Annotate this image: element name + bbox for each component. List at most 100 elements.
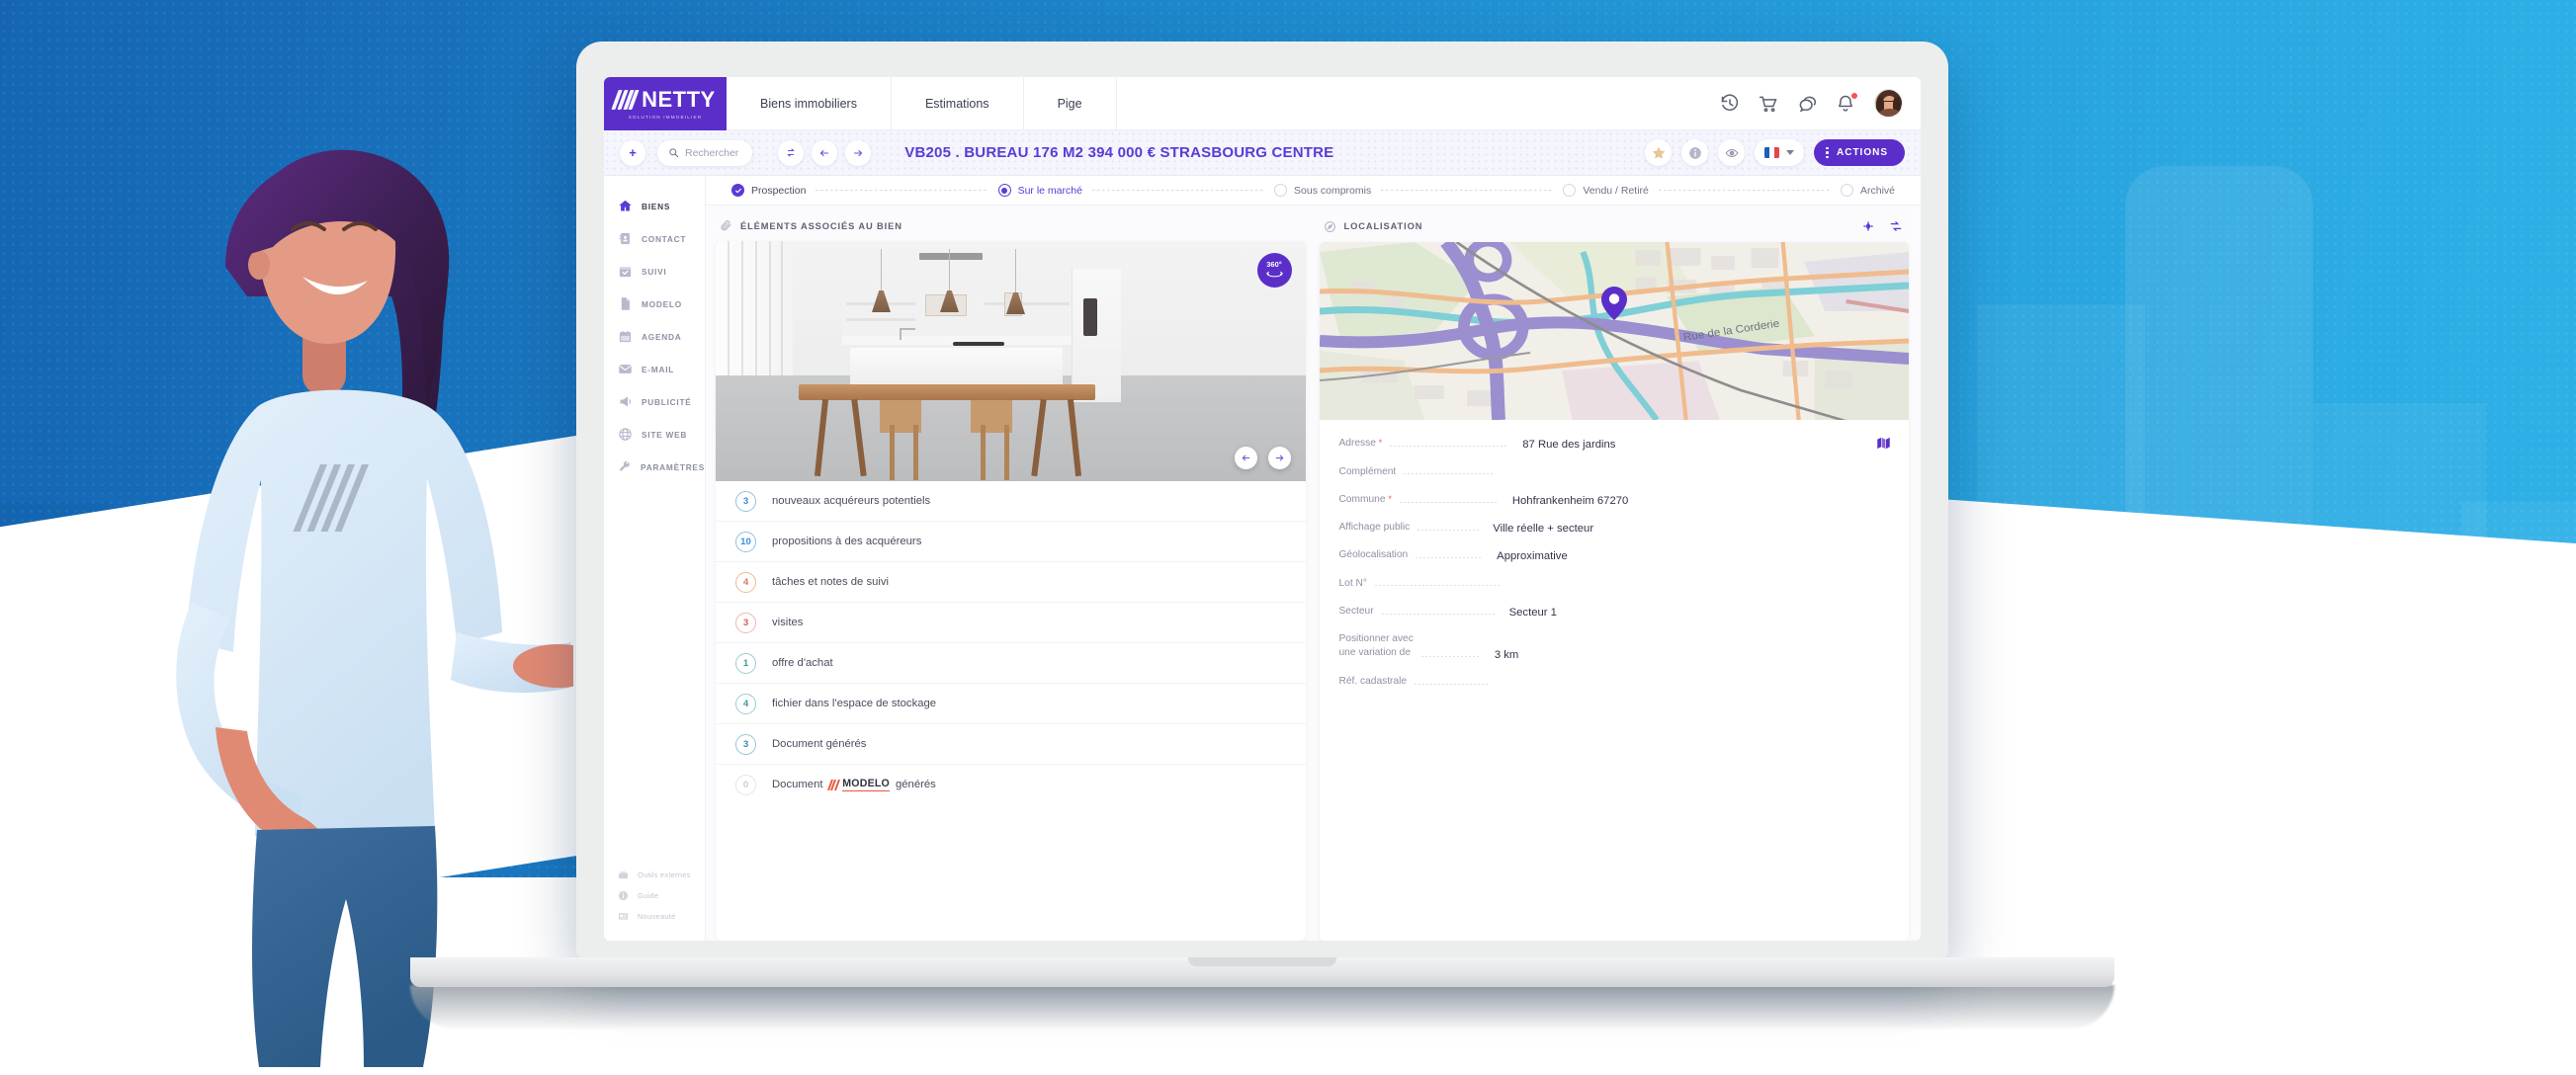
kebab-icon bbox=[1826, 146, 1829, 159]
arrow-left-icon[interactable] bbox=[812, 139, 838, 166]
form-row-commune: Commune * Hohfrankenheim 67270 bbox=[1339, 493, 1892, 507]
view-360-badge[interactable]: 360° bbox=[1256, 253, 1292, 288]
form-row-geolocalisation: Géolocalisation Approximative bbox=[1339, 548, 1892, 562]
sidebar-item-outils-externes[interactable]: Outils externes bbox=[604, 865, 705, 885]
field-value[interactable]: 3 km bbox=[1495, 649, 1518, 661]
sidebar-item-contact[interactable]: CONTACT bbox=[604, 222, 705, 255]
field-value[interactable]: 87 Rue des jardins bbox=[1522, 439, 1615, 451]
sidebar-item-agenda[interactable]: AGENDA bbox=[604, 320, 705, 353]
woman-illustration bbox=[176, 149, 573, 1067]
refresh-icon[interactable] bbox=[1889, 219, 1903, 233]
sidebar-item-email[interactable]: E-MAIL bbox=[604, 353, 705, 385]
list-item[interactable]: 10 propositions à des acquéreurs bbox=[716, 522, 1306, 562]
field-value[interactable]: Hohfrankenheim 67270 bbox=[1512, 495, 1628, 507]
nav-item-pige[interactable]: Pige bbox=[1024, 77, 1117, 129]
badge-360-label: 360° bbox=[1266, 259, 1282, 269]
field-label: Lot N° bbox=[1338, 577, 1367, 589]
step-label: Sur le marché bbox=[1017, 184, 1082, 197]
sidebar-item-parametres[interactable]: PARAMÈTRES bbox=[604, 451, 705, 483]
field-value[interactable]: Approximative bbox=[1497, 550, 1568, 562]
sidebar-item-nouveaute[interactable]: Nouveauté bbox=[604, 906, 705, 927]
item-label: fichier dans l'espace de stockage bbox=[772, 698, 937, 709]
form-row-adresse: Adresse * 87 Rue des jardins bbox=[1339, 436, 1892, 451]
list-item[interactable]: 3 visites bbox=[716, 603, 1306, 643]
nav-item-biens-immobiliers[interactable]: Biens immobiliers bbox=[727, 77, 892, 129]
actions-button[interactable]: ACTIONS bbox=[1814, 139, 1905, 166]
refresh-icon[interactable] bbox=[778, 139, 805, 166]
photo-navigation bbox=[1234, 447, 1291, 469]
language-selector[interactable] bbox=[1755, 139, 1805, 166]
sidebar-item-guide[interactable]: Guide bbox=[604, 885, 705, 906]
laptop-base-shadow bbox=[410, 985, 2114, 1029]
target-icon[interactable] bbox=[1861, 219, 1875, 233]
list-item[interactable]: 4 tâches et notes de suivi bbox=[716, 562, 1306, 603]
rotate-360-icon bbox=[1265, 271, 1283, 278]
form-row-secteur: Secteur Secteur 1 bbox=[1339, 605, 1892, 619]
location-form: Adresse * 87 Rue des jardins Complément bbox=[1320, 420, 1910, 703]
sidebar-item-label: AGENDA bbox=[642, 331, 682, 342]
location-map[interactable]: Rue de la Corderie bbox=[1319, 242, 1909, 420]
photo-next-button[interactable] bbox=[1267, 447, 1291, 469]
list-item[interactable]: 1 offre d'achat bbox=[716, 643, 1306, 684]
radio-empty-icon bbox=[1841, 184, 1853, 197]
step-sur-le-marche[interactable]: Sur le marché bbox=[997, 184, 1082, 197]
step-archive[interactable]: Archivé bbox=[1841, 184, 1895, 197]
item-label: propositions à des acquéreurs bbox=[772, 536, 922, 547]
elements-section-title: ÉLÉMENTS ASSOCIÉS AU BIEN bbox=[740, 220, 902, 231]
map-pin-icon[interactable] bbox=[1876, 436, 1891, 451]
step-sous-compromis[interactable]: Sous compromis bbox=[1274, 184, 1371, 197]
localisation-section-header: LOCALISATION bbox=[1320, 216, 1910, 242]
sidebar-item-biens[interactable]: BIENS bbox=[604, 190, 705, 222]
document-icon bbox=[618, 296, 633, 311]
photo-prev-button[interactable] bbox=[1234, 447, 1257, 469]
list-item[interactable]: 3 nouveaux acquéreurs potentiels bbox=[716, 481, 1306, 522]
sidebar-item-label: PUBLICITÉ bbox=[642, 396, 692, 407]
megaphone-icon bbox=[618, 394, 633, 409]
paperclip-icon bbox=[720, 219, 732, 232]
item-label: offre d'achat bbox=[772, 657, 833, 669]
search-input[interactable]: Rechercher bbox=[657, 139, 753, 166]
sidebar-item-site-web[interactable]: SITE WEB bbox=[604, 418, 705, 451]
step-label: Vendu / Retiré bbox=[1583, 184, 1649, 197]
add-button[interactable]: + bbox=[620, 139, 645, 166]
localisation-column: LOCALISATION Rue de la Corderie Adresse … bbox=[1319, 216, 1910, 941]
action-bar: + Rechercher VB205 . BUREAU 176 M2 394 0… bbox=[604, 130, 1921, 176]
bell-icon[interactable] bbox=[1836, 91, 1858, 114]
envelope-icon bbox=[618, 362, 633, 376]
list-item[interactable]: 0 Document MODELO générés bbox=[716, 765, 1306, 804]
item-label-after: générés bbox=[895, 779, 936, 790]
netty-logo[interactable]: NETTY SOLUTION IMMOBILIER bbox=[604, 77, 727, 130]
star-icon[interactable] bbox=[1645, 139, 1673, 166]
eye-icon[interactable] bbox=[1718, 139, 1746, 166]
item-count: 1 bbox=[735, 652, 756, 674]
field-value[interactable]: Ville réelle + secteur bbox=[1493, 523, 1593, 535]
list-item[interactable]: 4 fichier dans l'espace de stockage bbox=[716, 684, 1306, 724]
arrow-right-icon[interactable] bbox=[845, 139, 872, 166]
top-navigation: Biens immobiliers Estimations Pige bbox=[727, 77, 1117, 129]
cart-icon[interactable] bbox=[1759, 94, 1778, 114]
field-label: Adresse * bbox=[1338, 438, 1383, 450]
sidebar-item-suivi[interactable]: SUIVI bbox=[604, 255, 705, 288]
chat-icon[interactable] bbox=[1797, 94, 1817, 114]
sidebar-item-publicite[interactable]: PUBLICITÉ bbox=[604, 385, 705, 418]
step-prospection[interactable]: Prospection bbox=[731, 184, 806, 197]
sidebar-item-label: E-MAIL bbox=[642, 364, 675, 374]
list-item[interactable]: 3 Document générés bbox=[716, 724, 1306, 765]
toolbox-icon bbox=[618, 869, 629, 880]
map-pin-icon[interactable] bbox=[1600, 287, 1627, 321]
property-photo[interactable]: 360° bbox=[716, 241, 1306, 481]
history-icon[interactable] bbox=[1720, 94, 1740, 114]
sidebar-item-modelo[interactable]: MODELO bbox=[604, 288, 705, 320]
nav-item-estimations[interactable]: Estimations bbox=[892, 77, 1024, 129]
step-vendu-retire[interactable]: Vendu / Retiré bbox=[1563, 184, 1649, 197]
radio-selected-icon bbox=[997, 184, 1011, 197]
info-icon[interactable] bbox=[1681, 139, 1709, 166]
sidebar-item-label: SUIVI bbox=[642, 266, 667, 277]
netty-logo-tagline: SOLUTION IMMOBILIER bbox=[628, 115, 703, 120]
app-screen: NETTY SOLUTION IMMOBILIER Biens immobili… bbox=[604, 77, 1921, 941]
step-label: Sous compromis bbox=[1294, 184, 1372, 197]
avatar[interactable] bbox=[1874, 89, 1903, 118]
field-value[interactable]: Secteur 1 bbox=[1509, 607, 1557, 619]
form-row-lot-no: Lot N° bbox=[1339, 577, 1892, 591]
calendar-icon bbox=[618, 329, 633, 344]
